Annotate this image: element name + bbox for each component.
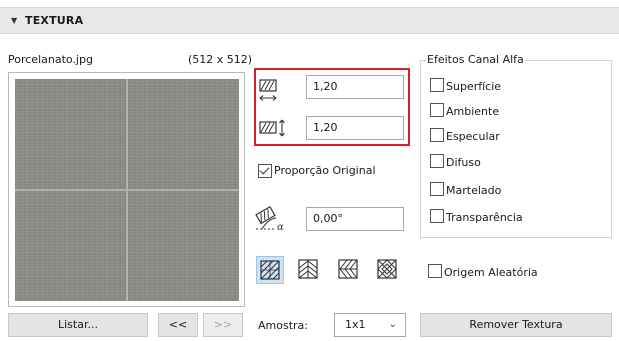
texture-angle-input[interactable]: 0,00° xyxy=(306,207,404,231)
diagonal-hatch-icon xyxy=(260,260,280,280)
diffuse-checkbox[interactable] xyxy=(430,154,444,168)
ambient-checkbox[interactable] xyxy=(430,103,444,117)
section-header[interactable]: ▼ TEXTURA xyxy=(0,7,619,34)
sample-select-value: 1x1 xyxy=(345,318,366,331)
mapping-mode-3-button[interactable] xyxy=(335,256,363,284)
mapping-mode-2-button[interactable] xyxy=(295,256,323,284)
specular-checkbox[interactable] xyxy=(430,128,444,142)
texture-width-input[interactable]: 1,20 xyxy=(306,75,404,99)
svg-text:α: α xyxy=(277,222,284,232)
herringbone-up-icon xyxy=(298,259,318,279)
ambient-label: Ambiente xyxy=(446,105,500,118)
transparency-checkbox[interactable] xyxy=(430,209,444,223)
texture-height-input[interactable]: 1,20 xyxy=(306,116,404,140)
texture-image xyxy=(15,79,239,301)
chevron-down-icon: ⌄ xyxy=(388,319,397,330)
keep-proportion-checkbox[interactable] xyxy=(258,164,272,178)
bump-checkbox[interactable] xyxy=(430,182,444,196)
texture-width-icon xyxy=(259,79,277,101)
random-origin-label: Origem Aleatória xyxy=(444,266,538,279)
sample-select[interactable]: 1x1 ⌄ xyxy=(334,313,406,337)
random-origin-checkbox[interactable] xyxy=(428,264,442,278)
herringbone-side-icon xyxy=(338,259,358,279)
diamond-pattern-icon xyxy=(377,259,397,279)
mapping-mode-1-button[interactable] xyxy=(256,256,284,284)
texture-filename: Porcelanato.jpg xyxy=(8,53,93,66)
mapping-mode-4-button[interactable] xyxy=(374,256,402,284)
section-title: TEXTURA xyxy=(25,14,84,27)
previous-texture-button[interactable]: << xyxy=(158,313,198,337)
texture-preview xyxy=(8,72,245,307)
keep-proportion-label: Proporção Original xyxy=(274,164,376,177)
texture-angle-icon: α xyxy=(255,205,284,232)
texture-dimensions: (512 x 512) xyxy=(188,53,253,66)
next-texture-button[interactable]: >> xyxy=(203,313,243,337)
diffuse-label: Difuso xyxy=(446,156,481,169)
specular-label: Especular xyxy=(446,130,500,143)
bump-label: Martelado xyxy=(446,184,502,197)
alpha-effects-title: Efeitos Canal Alfa xyxy=(426,53,525,66)
surface-checkbox[interactable] xyxy=(430,78,444,92)
texture-height-icon xyxy=(259,119,285,137)
transparency-label: Transparência xyxy=(446,211,523,224)
sample-label: Amostra: xyxy=(258,319,308,332)
surface-label: Superfície xyxy=(446,80,502,93)
remove-texture-button[interactable]: Remover Textura xyxy=(420,313,612,337)
list-button[interactable]: Listar... xyxy=(8,313,148,337)
collapse-triangle-icon[interactable]: ▼ xyxy=(11,16,17,25)
